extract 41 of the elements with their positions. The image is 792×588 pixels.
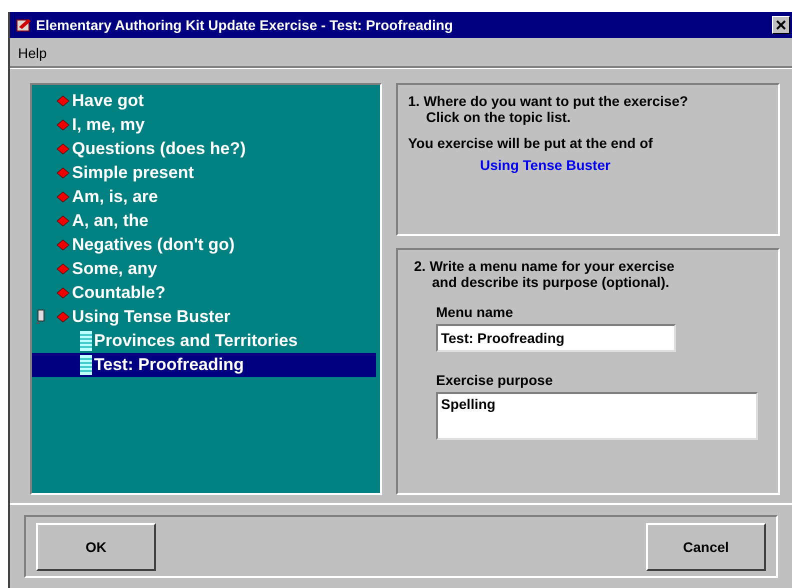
purpose-field[interactable]: Spelling bbox=[436, 392, 758, 440]
menu-item[interactable]: Help bbox=[18, 45, 47, 61]
window-title: Elementary Authoring Kit Update Exercise - Test: Proofreading bbox=[36, 17, 454, 33]
step-hint: Click on the topic list. bbox=[425, 109, 572, 125]
diamond-icon bbox=[56, 263, 70, 275]
topic-item[interactable]: I, me, my bbox=[32, 113, 376, 137]
ok-button[interactable]: OK bbox=[36, 522, 156, 570]
field-label: Exercise purpose bbox=[436, 372, 554, 388]
topic-item[interactable]: Using Tense Buster bbox=[32, 305, 376, 329]
topic-item[interactable]: Negatives (don't go) bbox=[32, 233, 376, 257]
diamond-icon bbox=[56, 191, 70, 203]
cancel-button[interactable]: Cancel bbox=[646, 522, 766, 570]
exercise-item[interactable]: Provinces and Territories bbox=[32, 329, 376, 353]
close-icon bbox=[776, 20, 786, 30]
diamond-icon bbox=[56, 287, 70, 299]
topic-item[interactable]: Have got bbox=[32, 89, 376, 113]
diamond-icon bbox=[56, 311, 70, 323]
page-icon bbox=[80, 331, 92, 351]
app-icon bbox=[16, 18, 32, 32]
menu-name-field[interactable]: Test: Proofreading bbox=[436, 324, 676, 352]
step-heading: 2. Write a menu name for your exercise bbox=[414, 258, 676, 274]
topic-item[interactable]: Am, is, are bbox=[32, 185, 376, 209]
topic-item[interactable]: Some, any bbox=[32, 257, 376, 281]
topic-item[interactable]: A, an, the bbox=[32, 209, 376, 233]
step-hint: and describe its purpose (optional). bbox=[431, 274, 670, 290]
diamond-icon bbox=[56, 119, 70, 131]
diamond-icon bbox=[56, 239, 70, 251]
topic-item[interactable]: Countable? bbox=[32, 281, 376, 305]
topic-item[interactable]: Simple present bbox=[32, 161, 376, 185]
topic-item[interactable]: Questions (does he?) bbox=[32, 137, 376, 161]
exercise-item[interactable]: Test: Proofreading bbox=[32, 353, 376, 377]
step-heading: 1. Where do you want to put the exercise? bbox=[408, 93, 690, 109]
diamond-icon bbox=[56, 167, 70, 179]
target-topic: Using Tense Buster bbox=[479, 157, 612, 173]
page-icon bbox=[80, 355, 92, 375]
diamond-icon bbox=[56, 215, 70, 227]
diamond-icon bbox=[56, 143, 70, 155]
location-note: You exercise will be put at the end of bbox=[408, 135, 654, 151]
close-button[interactable] bbox=[772, 16, 790, 34]
field-label: Menu name bbox=[436, 304, 514, 320]
diamond-icon bbox=[56, 95, 70, 107]
